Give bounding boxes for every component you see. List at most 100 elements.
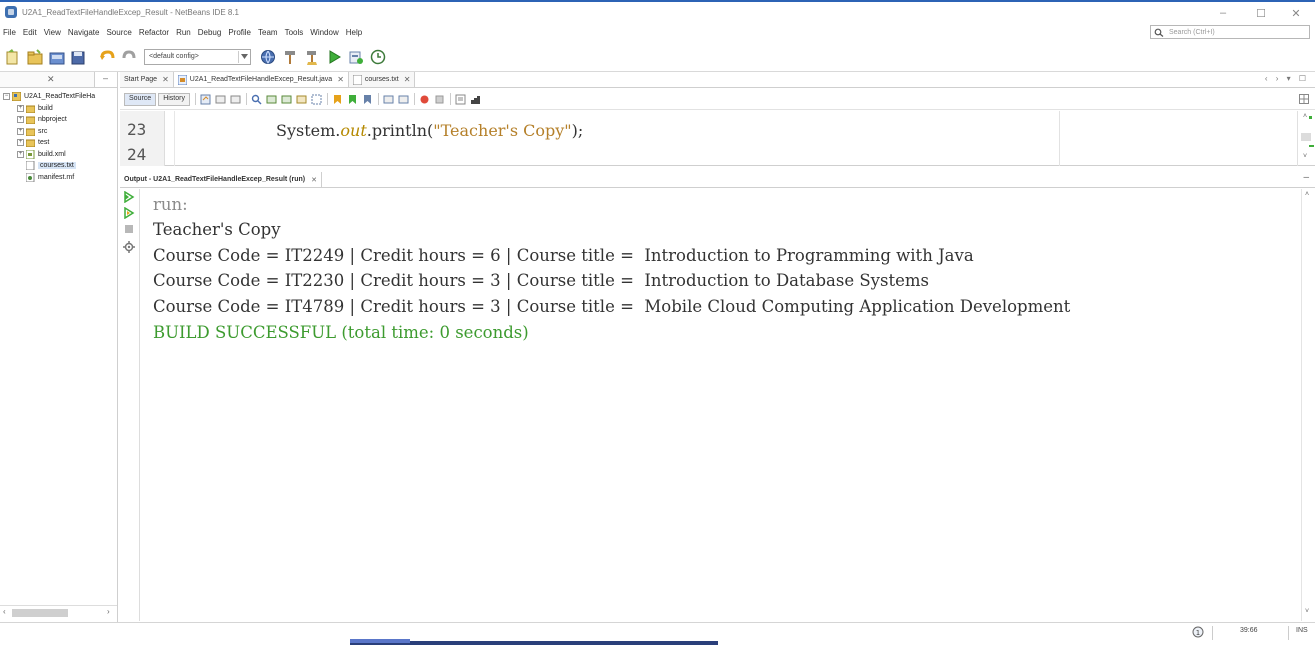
tab-start-page[interactable]: Start Page ✕ [120,72,174,87]
undo-button[interactable] [98,48,116,66]
editor-tab-navigation[interactable]: ‹ › ▾ ☐ [1265,74,1309,83]
menu-file[interactable]: File [0,28,20,37]
redo-button[interactable] [120,48,138,66]
save-all-button[interactable] [70,48,88,66]
expand-icon[interactable]: + [17,150,24,158]
menu-tools[interactable]: Tools [282,28,308,37]
collapse-icon[interactable]: − [3,93,10,101]
open-project-button[interactable] [48,48,66,66]
toggle-highlight-icon[interactable] [296,94,307,105]
expand-icon[interactable]: + [17,116,24,124]
close-tab-icon[interactable]: ✕ [311,176,317,184]
scroll-up-icon[interactable]: ˄ [1303,113,1307,120]
menu-help[interactable]: Help [343,28,366,37]
next-bookmark-icon[interactable] [347,94,358,105]
tree-item-nbproject[interactable]: + nbproject [0,114,117,126]
split-editor-icon[interactable] [1299,94,1309,104]
stop-macro-icon[interactable] [434,94,445,105]
tree-item-project-root[interactable]: − U2A1_ReadTextFileHa [0,91,117,103]
start-macro-icon[interactable] [419,94,430,105]
find-icon[interactable] [251,94,262,105]
tree-item-build[interactable]: + build [0,103,117,115]
tree-item-build-xml[interactable]: + build.xml [0,149,117,161]
previous-bookmark-icon[interactable] [332,94,343,105]
minimize-output-icon[interactable]: – [1303,172,1309,183]
scroll-down-icon[interactable]: ˅ [1303,153,1307,160]
scroll-left-icon[interactable]: ‹ [3,607,6,616]
scroll-down-icon[interactable]: ˅ [1305,608,1309,615]
projects-horizontal-scrollbar[interactable]: ‹ › [0,605,117,619]
settings-icon[interactable] [123,241,135,253]
expand-icon[interactable]: + [17,104,24,112]
scroll-right-icon[interactable]: › [107,607,110,616]
config-select[interactable]: <default config> [144,48,251,65]
find-previous-icon[interactable] [266,94,277,105]
find-next-icon[interactable] [281,94,292,105]
tab-output-run[interactable]: Output - U2A1_ReadTextFileHandleExcep_Re… [120,172,322,187]
scroll-thumb[interactable] [1301,133,1311,141]
source-tab-button[interactable]: Source [124,92,157,106]
close-button[interactable]: ✕ [1281,4,1311,22]
run-button[interactable] [325,48,343,66]
profile-button[interactable] [369,48,387,66]
toggle-rect-selection-icon[interactable] [311,94,322,105]
search-input[interactable]: Search (Ctrl+I) [1150,25,1310,39]
forward-icon[interactable] [230,94,241,105]
menu-refactor[interactable]: Refactor [136,28,173,37]
stop-icon[interactable] [123,223,135,235]
maximize-button[interactable]: ☐ [1246,4,1276,22]
main-toolbar: <default config> [0,42,1315,72]
output-console[interactable]: run: Teacher's Copy Course Code = IT2249… [141,189,1301,621]
menu-debug[interactable]: Debug [195,28,226,37]
tree-item-test[interactable]: + test [0,137,117,149]
code-editor[interactable]: 23 24 System.out.println("Teacher's Copy… [120,111,1315,166]
notifications-icon[interactable]: 1 [1192,626,1204,638]
close-icon[interactable]: ✕ [47,74,55,85]
menu-profile[interactable]: Profile [225,28,255,37]
build-button[interactable] [281,48,299,66]
tree-item-src[interactable]: + src [0,126,117,138]
expand-icon[interactable]: + [17,127,24,135]
minimize-button[interactable]: – [1208,4,1238,22]
scroll-up-icon[interactable]: ˄ [1305,191,1309,198]
tree-item-label: src [38,127,48,135]
uncomment-icon[interactable] [470,94,481,105]
menu-edit[interactable]: Edit [20,28,41,37]
tree-item-manifest[interactable]: manifest.mf [0,172,117,184]
last-edit-icon[interactable] [200,94,211,105]
menu-run[interactable]: Run [173,28,195,37]
menu-window[interactable]: Window [307,28,342,37]
browser-button[interactable] [259,48,277,66]
scroll-thumb[interactable] [12,609,68,617]
menu-source[interactable]: Source [103,28,135,37]
menu-team[interactable]: Team [255,28,282,37]
close-tab-icon[interactable]: ✕ [404,75,411,84]
debug-button[interactable] [347,48,365,66]
toggle-bookmark-icon[interactable] [362,94,373,105]
shift-right-icon[interactable] [398,94,409,105]
new-file-button[interactable] [4,48,22,66]
menu-navigate[interactable]: Navigate [65,28,104,37]
minimize-icon[interactable]: – [103,73,108,83]
close-tab-icon[interactable]: ✕ [337,75,344,84]
tree-item-label: courses.txt [38,162,76,170]
projects-panel: ✕ – − U2A1_ReadTextFileHa + build + nbpr… [0,72,118,622]
close-tab-icon[interactable]: ✕ [162,75,169,84]
clean-build-button[interactable] [303,48,321,66]
tree-item-courses-txt[interactable]: courses.txt [0,160,117,172]
shift-left-icon[interactable] [383,94,394,105]
editor-overview-ruler[interactable]: ˄ ˅ [1297,111,1315,166]
line-number: 24 [127,145,147,164]
history-tab-button[interactable]: History [158,92,190,106]
tab-java-file[interactable]: U2A1_ReadTextFileHandleExcep_Result.java… [173,72,349,87]
comment-icon[interactable] [455,94,466,105]
tab-courses-txt[interactable]: courses.txt ✕ [348,72,416,87]
new-project-button[interactable] [26,48,44,66]
build-status-line: BUILD SUCCESSFUL (total time: 0 seconds) [153,323,529,342]
output-vertical-scrollbar[interactable]: ˄ ˅ [1301,189,1315,621]
rerun-with-params-icon[interactable] [123,207,135,219]
expand-icon[interactable]: + [17,139,24,147]
rerun-icon[interactable] [123,191,135,203]
menu-view[interactable]: View [41,28,65,37]
back-icon[interactable] [215,94,226,105]
